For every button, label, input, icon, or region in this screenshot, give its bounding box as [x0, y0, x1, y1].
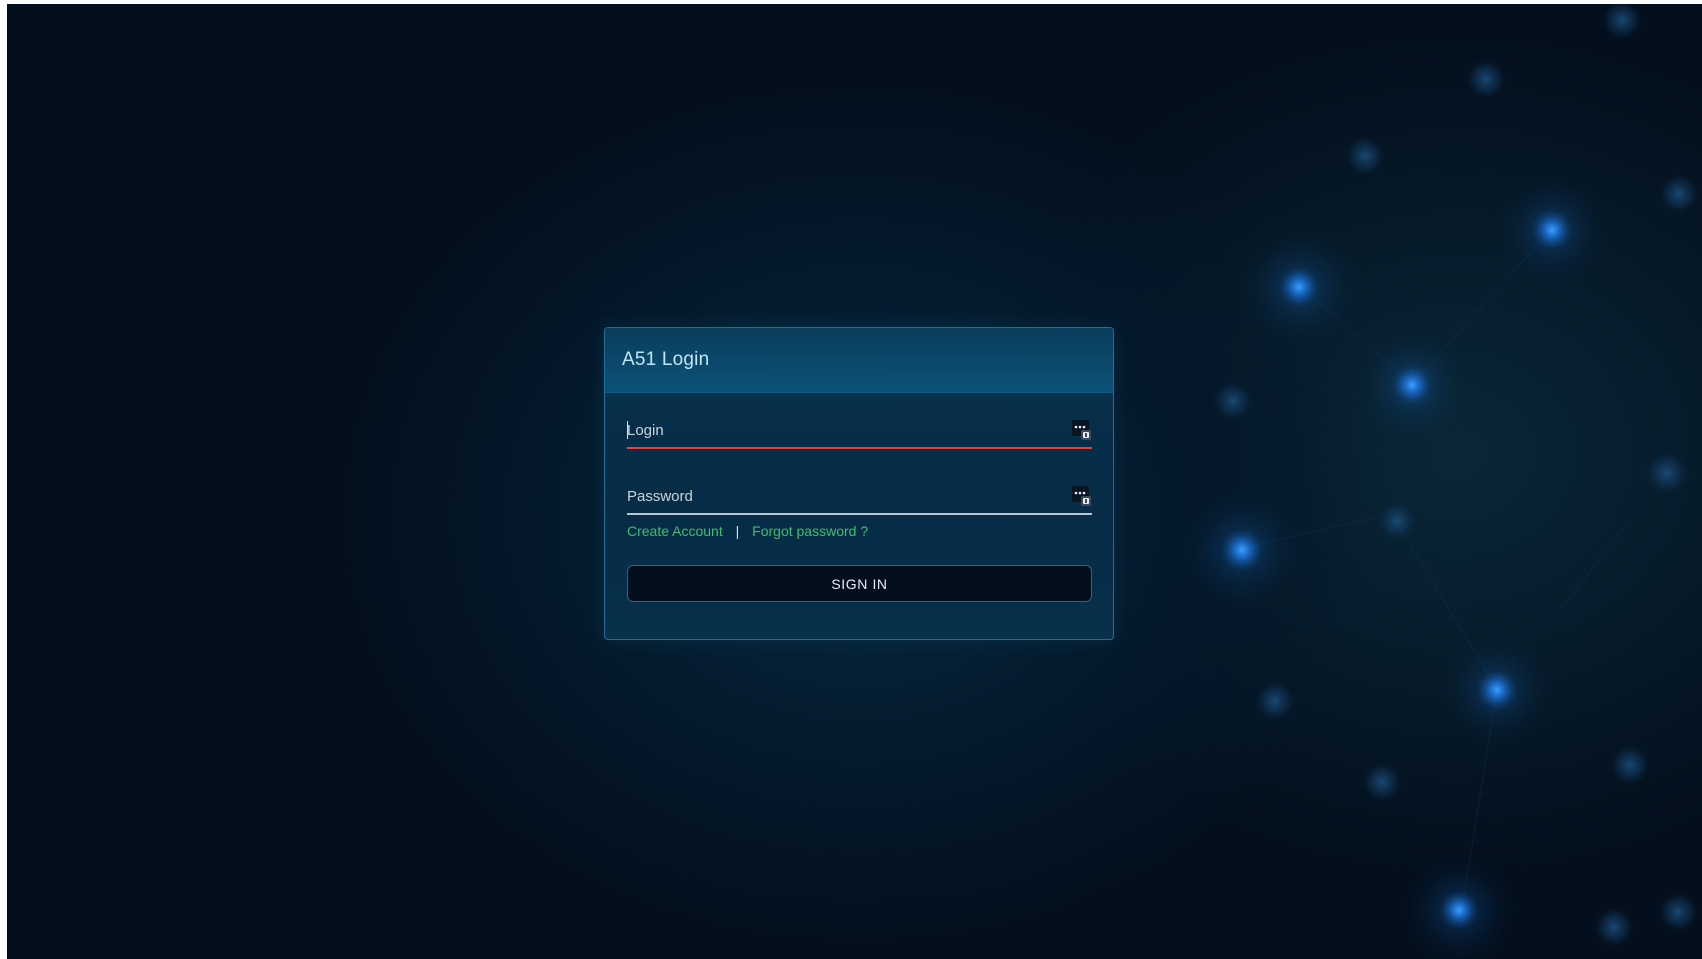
forgot-password-link[interactable]: Forgot password ? — [752, 523, 868, 539]
login-underline-active — [627, 447, 1092, 449]
password-underline — [627, 513, 1092, 515]
sign-in-button[interactable]: SIGN IN — [627, 565, 1092, 602]
login-field — [627, 415, 1092, 449]
login-input[interactable] — [627, 415, 1067, 445]
login-page-background: A51 Login Login Create Account | Forgot … — [7, 4, 1702, 959]
login-title: A51 Login — [622, 349, 710, 370]
account-links: Create Account | Forgot password ? — [627, 523, 868, 539]
login-card: A51 Login Login Create Account | Forgot … — [604, 327, 1114, 640]
password-manager-icon[interactable] — [1072, 485, 1092, 507]
create-account-link[interactable]: Create Account — [627, 523, 723, 539]
password-manager-icon[interactable] — [1072, 419, 1092, 441]
links-separator: | — [735, 523, 740, 539]
text-cursor — [627, 421, 628, 439]
password-input[interactable] — [627, 481, 1067, 511]
login-card-header: A51 Login — [605, 328, 1113, 393]
password-field — [627, 481, 1092, 515]
